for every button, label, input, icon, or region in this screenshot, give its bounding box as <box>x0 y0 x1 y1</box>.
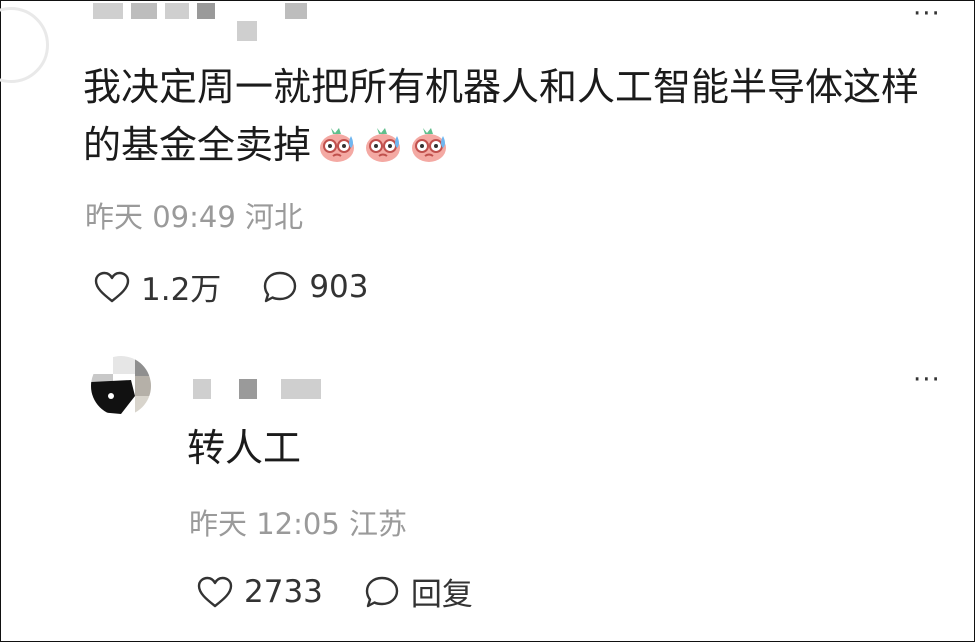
like-count: 2733 <box>244 573 323 610</box>
reply-location: 江苏 <box>349 507 408 541</box>
comment-meta: 昨天 09:49 河北 <box>85 194 303 236</box>
reply-actions: 2733 回复 <box>196 569 473 614</box>
like-count: 1.2万 <box>141 272 222 308</box>
more-dots-icon: ··· <box>913 0 941 29</box>
sweating-face-emoji <box>317 122 357 162</box>
comment-location: 河北 <box>245 200 304 234</box>
username-masked[interactable] <box>193 379 321 399</box>
reply-meta: 昨天 12:05 江苏 <box>189 501 407 543</box>
mosaic-block <box>165 3 189 19</box>
avatar[interactable] <box>0 7 49 83</box>
more-options-button[interactable]: ··· <box>913 1 941 27</box>
reply-count: 903 <box>309 268 369 305</box>
sweating-face-emoji <box>409 122 449 162</box>
avatar[interactable] <box>91 356 151 416</box>
comment-thread: ··· 我决定周一就把所有机器人和人工智能半导体这样的基金全卖掉 昨天 09:4… <box>0 0 975 642</box>
comment-actions: 1.2万 903 <box>93 264 368 309</box>
reply-label: 回复 <box>410 577 473 613</box>
reply-text: 转人工 <box>187 426 302 470</box>
mosaic-block <box>93 3 123 19</box>
mosaic-block <box>239 379 257 399</box>
username-masked[interactable] <box>93 3 307 41</box>
like-button[interactable]: 2733 <box>196 574 323 610</box>
more-dots-icon: ··· <box>913 365 941 395</box>
heart-icon <box>197 576 233 607</box>
mosaic-block <box>131 3 157 19</box>
comment-text: 我决定周一就把所有机器人和人工智能半导体这样的基金全卖掉 <box>83 58 943 174</box>
comment-bubble-icon <box>264 271 297 302</box>
like-button[interactable]: 1.2万 <box>93 264 221 309</box>
comment-bubble-icon <box>365 576 399 607</box>
heart-icon <box>94 271 130 302</box>
sweating-face-emoji <box>363 122 403 162</box>
reply-button[interactable]: 903 <box>261 269 368 305</box>
mosaic-block <box>197 3 215 19</box>
mosaic-block <box>237 21 257 41</box>
reply-timestamp: 昨天 12:05 <box>189 507 340 541</box>
mosaic-block <box>281 379 321 399</box>
comment-timestamp: 昨天 09:49 <box>85 200 236 234</box>
mosaic-block <box>193 379 211 399</box>
mosaic-block <box>285 3 307 19</box>
comment-text-body: 我决定周一就把所有机器人和人工智能半导体这样的基金全卖掉 <box>83 65 920 167</box>
more-options-button[interactable]: ··· <box>913 367 941 393</box>
reply-button[interactable]: 回复 <box>363 569 473 614</box>
